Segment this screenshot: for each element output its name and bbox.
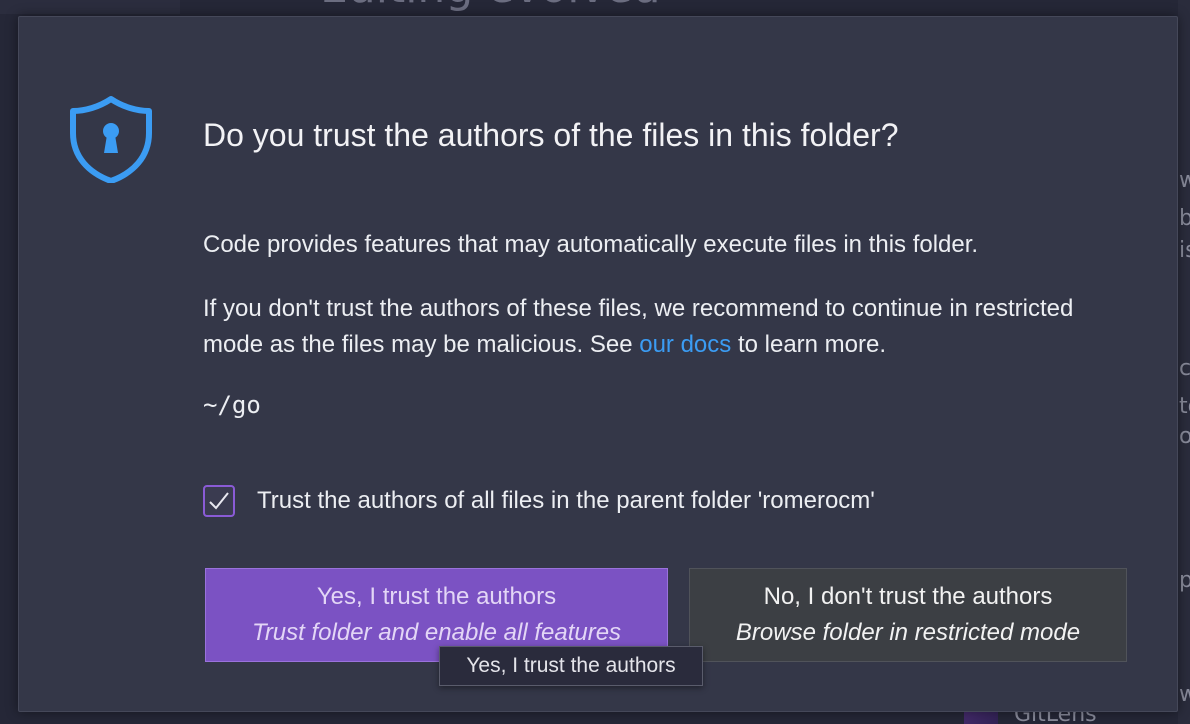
background-fragment: b xyxy=(1179,206,1190,231)
shield-keyhole-icon xyxy=(70,96,152,183)
trust-parent-folder-option[interactable]: Trust the authors of all files in the pa… xyxy=(203,482,875,520)
our-docs-link[interactable]: our docs xyxy=(639,331,731,358)
background-fragment: to xyxy=(1179,394,1190,419)
dialog-title: Do you trust the authors of the files in… xyxy=(203,117,899,153)
dialog-restricted-mode-info: If you don't trust the authors of these … xyxy=(203,291,1133,363)
info-text-after-link: to learn more. xyxy=(731,331,887,358)
trust-button-title: Yes, I trust the authors xyxy=(316,583,557,610)
background-fragment: w xyxy=(1179,682,1190,707)
background-welcome-heading: Editing evolved xyxy=(320,0,661,13)
trust-parent-checkbox[interactable] xyxy=(203,485,235,517)
background-fragment: of xyxy=(1179,424,1190,449)
background-fragment: p xyxy=(1179,568,1190,593)
dialog-description: Code provides features that may automati… xyxy=(203,231,979,258)
workspace-trust-dialog: Do you trust the authors of the files in… xyxy=(18,16,1178,712)
dont-trust-button-subtitle: Browse folder in restricted mode xyxy=(735,619,1081,646)
dont-trust-authors-button[interactable]: No, I don't trust the authors Browse fol… xyxy=(689,568,1127,662)
checkmark-icon xyxy=(209,492,229,510)
trust-button-tooltip: Yes, I trust the authors xyxy=(439,646,703,686)
background-fragment: is xyxy=(1179,238,1190,263)
background-fragment: w xyxy=(1179,168,1190,193)
trust-parent-checkbox-label[interactable]: Trust the authors of all files in the pa… xyxy=(257,487,875,515)
background-tab-strip xyxy=(0,0,180,14)
background-fragment: c xyxy=(1179,356,1190,381)
folder-path: ~/go xyxy=(203,391,261,419)
dont-trust-button-title: No, I don't trust the authors xyxy=(763,583,1053,610)
